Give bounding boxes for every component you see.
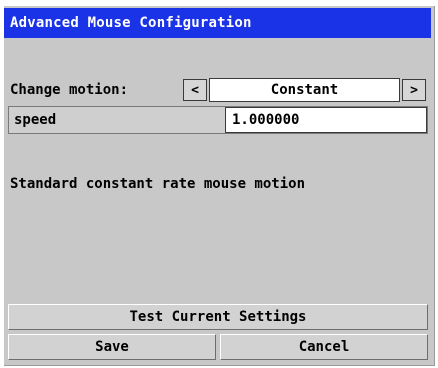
speed-label: speed [14, 112, 57, 128]
motion-prev-button[interactable]: < [183, 79, 207, 101]
chevron-right-icon: > [410, 82, 418, 98]
motion-next-button[interactable]: > [402, 79, 426, 101]
save-button[interactable]: Save [8, 334, 216, 360]
test-settings-label: Test Current Settings [129, 309, 307, 325]
motion-description: Standard constant rate mouse motion [10, 176, 306, 192]
cancel-button[interactable]: Cancel [220, 334, 428, 360]
change-motion-label: Change motion: [10, 82, 129, 98]
dialog-title-text: Advanced Mouse Configuration [10, 15, 252, 31]
test-settings-button[interactable]: Test Current Settings [8, 304, 428, 330]
speed-input-value: 1.000000 [232, 112, 300, 128]
speed-input[interactable]: 1.000000 [225, 107, 427, 133]
chevron-left-icon: < [191, 82, 199, 98]
save-label: Save [95, 339, 129, 355]
motion-value-display: Constant [209, 78, 400, 102]
motion-value-text: Constant [270, 82, 339, 98]
cancel-label: Cancel [298, 339, 350, 355]
dialog-title: Advanced Mouse Configuration [4, 8, 431, 38]
